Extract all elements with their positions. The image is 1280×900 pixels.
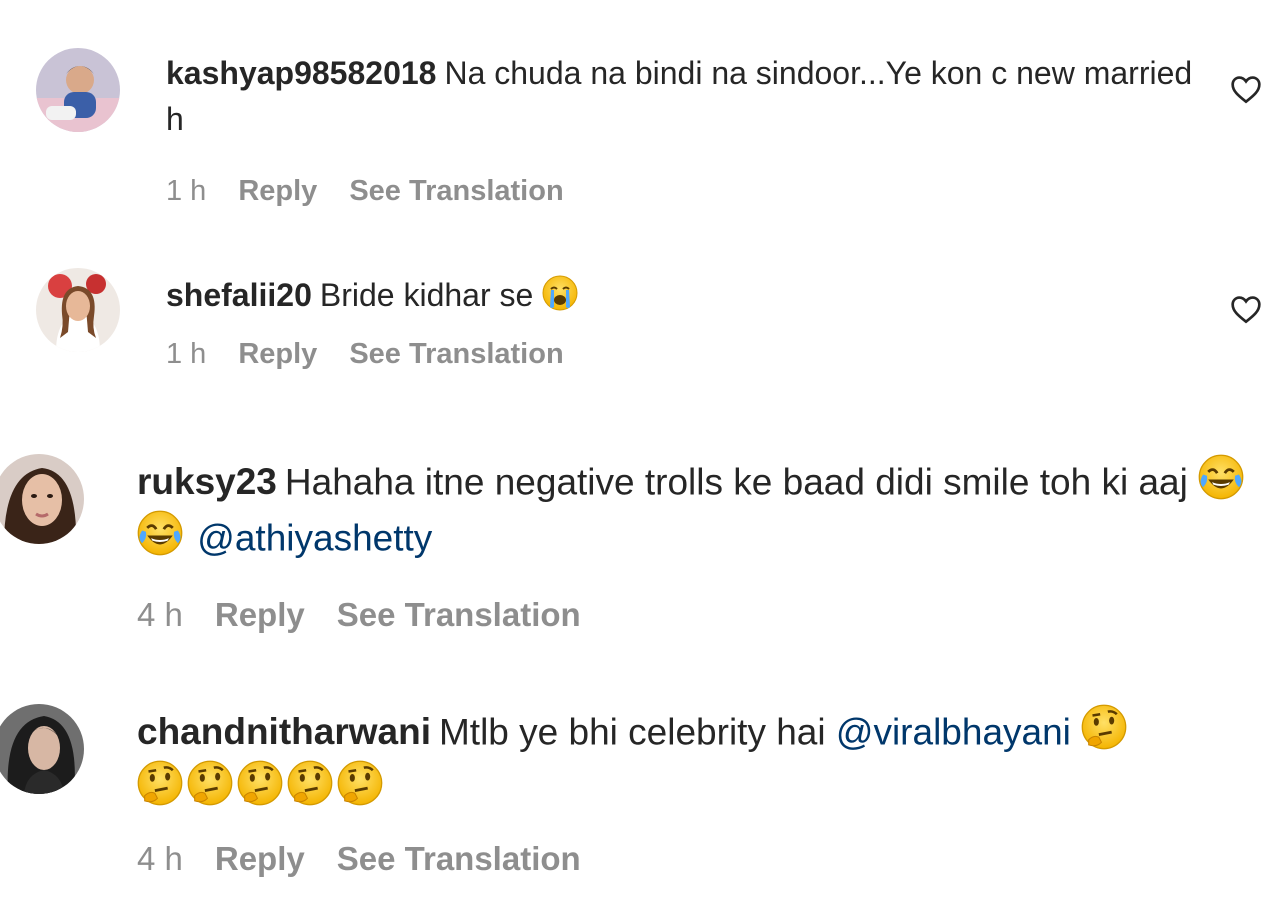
- see-translation-button[interactable]: See Translation: [349, 338, 563, 371]
- thinking-face-icon: [287, 760, 333, 806]
- comment-body: Mtlb ye bhi celebrity hai: [438, 711, 826, 753]
- comment-time: 4 h: [137, 595, 183, 633]
- reply-button[interactable]: Reply: [215, 596, 305, 634]
- thinking-face-icon: [337, 760, 383, 806]
- comment-time: 1 h: [166, 174, 207, 207]
- comment-meta: 4 h Reply See Translation: [137, 596, 1267, 634]
- reply-button[interactable]: Reply: [238, 338, 317, 371]
- comment-meta: 1 h Reply See Translation: [166, 175, 1206, 208]
- see-translation-button[interactable]: See Translation: [349, 175, 563, 208]
- comment-username[interactable]: chandnitharwani: [137, 711, 431, 752]
- comment-username[interactable]: shefalii20: [166, 277, 312, 313]
- comment-text: ruksy23 Hahaha itne negative trolls ke ba…: [137, 454, 1267, 566]
- comment-text: shefalii20 Bride kidhar se: [166, 272, 1206, 318]
- loudly-crying-face-icon: [542, 275, 578, 311]
- mention-link[interactable]: @viralbhayani: [836, 711, 1071, 752]
- comment-username[interactable]: ruksy23: [137, 461, 277, 502]
- comment-meta: 1 h Reply See Translation: [166, 338, 1206, 371]
- comment-text: kashyap98582018 Na chuda na bindi na sind…: [166, 50, 1206, 143]
- avatar[interactable]: [0, 704, 84, 794]
- comment-body: Hahaha itne negative trolls ke baad didi…: [284, 461, 1188, 503]
- avatar-image: [36, 48, 120, 132]
- mention-link[interactable]: @athiyashetty: [197, 517, 432, 558]
- thinking-face-icon: [137, 760, 183, 806]
- avatar-image: [36, 268, 120, 352]
- face-with-tears-of-joy-icon: [1198, 454, 1244, 500]
- avatar[interactable]: [36, 48, 120, 132]
- comment-username[interactable]: kashyap98582018: [166, 55, 436, 91]
- heart-outline-icon: [1231, 76, 1261, 104]
- comment-time: 4 h: [137, 839, 183, 877]
- comment-body: Bride kidhar se: [319, 277, 534, 313]
- thinking-face-icon: [1081, 704, 1127, 750]
- comment-meta: 4 h Reply See Translation: [137, 840, 1267, 878]
- see-translation-button[interactable]: See Translation: [337, 840, 581, 878]
- heart-outline-icon: [1231, 296, 1261, 324]
- like-button[interactable]: [1230, 74, 1262, 104]
- face-with-tears-of-joy-icon: [137, 510, 183, 556]
- avatar[interactable]: [0, 454, 84, 544]
- thinking-face-icon: [187, 760, 233, 806]
- reply-button[interactable]: Reply: [238, 175, 317, 208]
- like-button[interactable]: [1230, 294, 1262, 324]
- comment-time: 1 h: [166, 338, 207, 371]
- avatar-image: [0, 454, 84, 544]
- comment-text: chandnitharwani Mtlb ye bhi celebrity hai…: [137, 704, 1267, 816]
- see-translation-button[interactable]: See Translation: [337, 596, 581, 634]
- thinking-face-icon: [237, 760, 283, 806]
- reply-button[interactable]: Reply: [215, 840, 305, 878]
- avatar[interactable]: [36, 268, 120, 352]
- avatar-image: [0, 704, 84, 794]
